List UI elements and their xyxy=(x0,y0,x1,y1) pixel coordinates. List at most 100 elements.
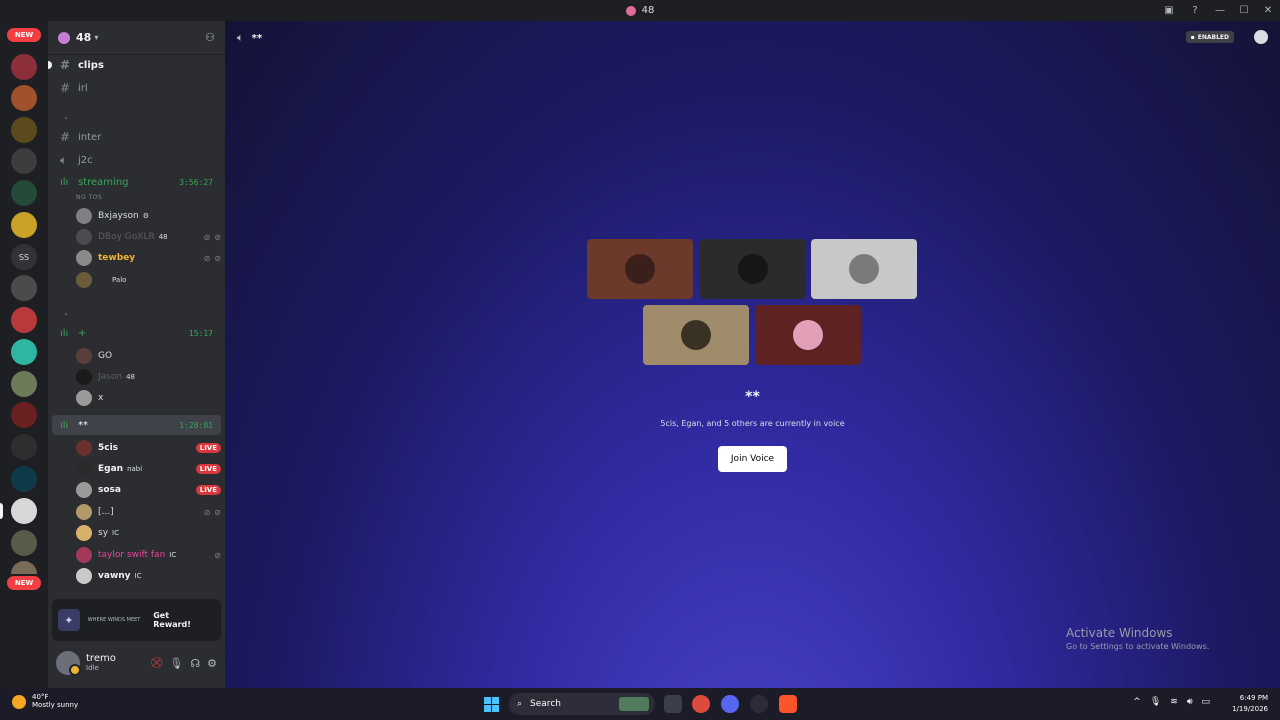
guild-header[interactable]: 48 ▾ ⚇ xyxy=(48,21,225,55)
mic-muted-icon: ⊘ xyxy=(203,232,211,242)
server-icon[interactable] xyxy=(11,466,37,492)
muted-icons: ⊘ ⊘ xyxy=(204,233,221,242)
clock-date: 1/19/2026 xyxy=(1232,705,1268,713)
task-view-icon[interactable] xyxy=(664,695,682,713)
server-icon[interactable] xyxy=(11,434,37,460)
voice-user[interactable]: GO xyxy=(76,346,221,366)
participant-tile[interactable] xyxy=(700,239,806,299)
channel-inter[interactable]: # inter xyxy=(52,127,221,147)
inbox-icon[interactable]: ▣ xyxy=(1156,0,1182,21)
add-member-icon[interactable]: ⚇ xyxy=(205,31,215,44)
server-icon[interactable] xyxy=(11,339,37,365)
voice-user[interactable]: taylor swift fan IC ⊘ xyxy=(76,545,221,565)
live-badge: LIVE xyxy=(195,443,221,453)
server-icon[interactable] xyxy=(11,530,37,556)
voice-user[interactable]: [...] ⊘ ⊘ xyxy=(76,502,221,522)
game-controller-icon[interactable]: ⛒ xyxy=(151,656,162,670)
participant-tile[interactable] xyxy=(587,239,693,299)
search-icon: ⌕ xyxy=(517,699,523,709)
voice-user[interactable]: x xyxy=(76,388,221,408)
server-icon[interactable] xyxy=(11,148,37,174)
server-icon-48[interactable] xyxy=(11,498,37,524)
voice-user[interactable]: sy IC xyxy=(76,523,221,543)
titlebar-controls: ▣ ? — ☐ ✕ xyxy=(1156,0,1280,21)
promo-banner[interactable]: ✦ WHERE WINDS MEET Get Reward! xyxy=(52,599,221,641)
avatar xyxy=(76,390,92,406)
brave-icon[interactable] xyxy=(779,695,797,713)
avatar xyxy=(849,254,879,284)
taskbar-search[interactable]: ⌕ Search xyxy=(509,693,655,715)
chat-bubble-icon[interactable] xyxy=(1254,30,1268,44)
hash-icon: # xyxy=(60,130,71,144)
join-voice-button[interactable]: Join Voice xyxy=(718,446,787,472)
server-icon[interactable] xyxy=(11,85,37,111)
live-badge: LIVE xyxy=(195,464,221,474)
microphone-icon[interactable]: 🎙︎ xyxy=(169,657,183,670)
voice-user[interactable]: sosa LIVE xyxy=(76,480,221,500)
maximize-button[interactable]: ☐ xyxy=(1232,0,1256,21)
server-icon[interactable] xyxy=(11,561,37,574)
volume-icon[interactable]: 🔊︎ xyxy=(1187,697,1193,707)
new-badge[interactable]: NEW xyxy=(7,576,41,590)
close-button[interactable]: ✕ xyxy=(1256,0,1280,21)
channel-label: j2c xyxy=(78,154,93,166)
minimize-button[interactable]: — xyxy=(1208,0,1232,21)
server-icon[interactable] xyxy=(11,212,37,238)
chevron-down-icon[interactable]: ⌄ xyxy=(63,309,69,317)
voice-timer: 1:28:01 xyxy=(179,420,213,430)
voice-user[interactable]: vawny IC xyxy=(76,566,221,586)
wifi-icon[interactable]: ≋ xyxy=(1170,697,1178,707)
channel-streaming[interactable]: ılı streaming 3:56:27 xyxy=(52,172,221,192)
promo-brand: WHERE WINDS MEET xyxy=(87,617,141,623)
help-icon[interactable]: ? xyxy=(1182,0,1208,21)
server-icon[interactable] xyxy=(11,180,37,206)
new-badge[interactable]: NEW xyxy=(7,28,41,42)
server-icon[interactable] xyxy=(11,307,37,333)
chevron-down-icon[interactable]: ⌄ xyxy=(63,113,69,121)
app-icon[interactable] xyxy=(750,695,768,713)
channel-plus[interactable]: ılı + 15:17 xyxy=(52,323,221,343)
user-info[interactable]: tremo Idle xyxy=(86,653,116,673)
microphone-icon[interactable]: 🎙︎ xyxy=(1150,697,1161,707)
boost-icon xyxy=(58,31,70,44)
voice-user[interactable]: DBoy GoXLR 48 ⊘ ⊘ xyxy=(76,227,221,247)
avatar xyxy=(76,369,92,385)
channel-stars[interactable]: ılı ** 1:28:01 xyxy=(52,415,221,435)
participant-tile[interactable] xyxy=(811,239,917,299)
username: [...] xyxy=(98,507,114,517)
server-icon[interactable] xyxy=(11,54,37,80)
avatar xyxy=(625,254,655,284)
voice-user[interactable]: Palo xyxy=(76,270,221,290)
participant-tile[interactable] xyxy=(643,305,749,365)
voice-user[interactable]: Egan nabi LIVE xyxy=(76,459,221,479)
taskbar-clock[interactable]: 6:49 PM 1/19/2026 xyxy=(1232,693,1268,715)
window-title: 48 xyxy=(625,5,654,16)
voice-user[interactable]: Jason 48 xyxy=(76,367,221,387)
weather-widget[interactable]: 40°F Mostly sunny xyxy=(12,693,78,710)
start-button[interactable] xyxy=(484,697,499,712)
get-reward-button[interactable]: Get Reward! xyxy=(147,607,215,633)
battery-icon[interactable]: ▭ xyxy=(1201,697,1210,707)
voice-user[interactable]: tewbey ⊘ ⊘ xyxy=(76,248,221,268)
avatar[interactable] xyxy=(56,651,81,676)
headphones-icon[interactable]: ☊ xyxy=(190,657,200,670)
user-panel: tremo Idle ⛒ 🎙︎ ☊ ⚙ xyxy=(52,646,221,680)
gear-icon[interactable]: ⚙ xyxy=(207,657,217,670)
chevron-up-icon[interactable]: ^ xyxy=(1133,697,1141,707)
enabled-badge[interactable]: ▪ ENABLED xyxy=(1185,31,1234,43)
muted-icons: ⊘ ⊘ xyxy=(204,508,221,517)
chrome-icon[interactable] xyxy=(692,695,710,713)
voice-active-icon: ılı xyxy=(60,419,69,431)
server-ss[interactable]: SS xyxy=(11,244,37,270)
channel-clips[interactable]: # clips xyxy=(52,55,221,75)
server-icon[interactable] xyxy=(11,275,37,301)
channel-irl[interactable]: # irl xyxy=(52,78,221,98)
server-icon[interactable] xyxy=(11,371,37,397)
server-icon[interactable] xyxy=(11,402,37,428)
discord-icon[interactable] xyxy=(721,695,739,713)
voice-user[interactable]: 5cis LIVE xyxy=(76,438,221,458)
server-icon[interactable] xyxy=(11,117,37,143)
channel-j2c[interactable]: 🔈︎ j2c xyxy=(52,150,221,170)
participant-tile[interactable] xyxy=(755,305,861,365)
voice-user[interactable]: Bxjayson ⚙ xyxy=(76,206,221,226)
